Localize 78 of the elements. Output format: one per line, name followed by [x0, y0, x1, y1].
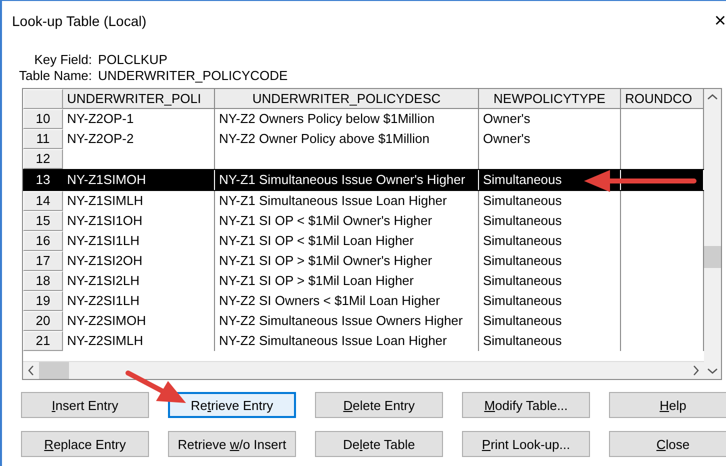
table-row[interactable]: 14 NY-Z1SIMLH NY-Z1 Simultaneous Issue Loan Higher Simultaneous	[23, 191, 704, 211]
table-cell: NY-Z1 Simultaneous Issue Owner's Higher	[215, 170, 479, 190]
table-cell: NY-Z1SI1LH	[63, 231, 215, 251]
table-cell: NY-Z1SIMOH	[63, 170, 215, 190]
arrow	[124, 369, 188, 405]
column-header[interactable]: ROUNDCO	[621, 89, 704, 109]
table-cell: Simultaneous	[479, 251, 621, 271]
column-header[interactable]: UNDERWRITER_POLI	[63, 89, 215, 109]
row-header[interactable]: 16	[23, 231, 63, 251]
table-cell: Owner's	[479, 109, 621, 129]
table-cell: NY-Z1 SI OP < $1Mil Loan Higher	[215, 231, 479, 251]
table-cell: Simultaneous	[479, 271, 621, 291]
table-cell: NY-Z1 SI OP < $1Mil Owner's Higher	[215, 211, 479, 231]
table-cell: NY-Z2SIMOH	[63, 311, 215, 331]
table-row[interactable]: 20 NY-Z2SIMOH NY-Z2 Simultaneous Issue Owners Higher Simultaneous	[23, 311, 704, 331]
row-header[interactable]: 14	[23, 191, 63, 211]
close-button[interactable]: ×	[712, 10, 726, 32]
table-cell: Simultaneous	[479, 331, 621, 351]
table-row[interactable]: 18 NY-Z1SI2LH NY-Z1 SI OP > $1Mil Loan Higher Simultaneous	[23, 271, 704, 291]
table-row[interactable]: 13 NY-Z1SIMOH NY-Z1 Simultaneous Issue Owner's Higher Simultaneous	[23, 169, 704, 191]
column-header[interactable]: UNDERWRITER_POLICYDESC	[215, 89, 479, 109]
table-cell: Simultaneous	[479, 211, 621, 231]
table-cell: Simultaneous	[479, 291, 621, 311]
table-cell: NY-Z1 Simultaneous Issue Loan Higher	[215, 191, 479, 211]
field-value: POLCLKUP	[98, 52, 168, 68]
row-header[interactable]: 15	[23, 211, 63, 231]
window-title: Look-up Table (Local)	[12, 13, 146, 29]
table-row[interactable]: 19 NY-Z2SI1LH NY-Z2 SI Owners < $1Mil Loan Higher Simultaneous	[23, 291, 704, 311]
column-header[interactable]: NEWPOLICYTYPE	[479, 89, 621, 109]
table-cell: NY-Z2 Owners Policy below $1Million	[215, 109, 479, 129]
dialog-button[interactable]: Replace Entry	[21, 431, 149, 457]
row-header[interactable]: 18	[23, 271, 63, 291]
dialog-button[interactable]: Delete Entry	[315, 392, 443, 418]
field-label: Key Field:	[33, 52, 92, 68]
row-header[interactable]: 20	[23, 311, 63, 331]
table-cell: NY-Z2OP-2	[63, 129, 215, 149]
row-header[interactable]: 12	[23, 149, 63, 169]
dialog-button[interactable]: Close	[609, 431, 726, 457]
dialog-button[interactable]: Retrieve w/o Insert	[168, 431, 296, 457]
dialog-button[interactable]: Delete Table	[315, 431, 443, 457]
table-cell: NY-Z2 SI Owners < $1Mil Loan Higher	[215, 291, 479, 311]
dialog-button[interactable]: Insert Entry	[21, 392, 149, 418]
row-header[interactable]: 21	[23, 331, 63, 351]
table-row[interactable]: 10 NY-Z2OP-1 NY-Z2 Owners Policy below $1Million Owner's	[23, 109, 704, 129]
dialog-button[interactable]: Print Look-up...	[462, 431, 590, 457]
field-value: UNDERWRITER_POLICYCODE	[98, 68, 288, 84]
row-header[interactable]: 10	[23, 109, 63, 129]
dialog-button[interactable]: Retrieve Entry	[168, 392, 296, 418]
table-cell: NY-Z1SI2LH	[63, 271, 215, 291]
table-cell: NY-Z1SIMLH	[63, 191, 215, 211]
table-cell: NY-Z1SI2OH	[63, 251, 215, 271]
vertical-scrollbar[interactable]	[704, 89, 721, 379]
table-cell: NY-Z2SIMLH	[63, 331, 215, 351]
dialog-button[interactable]: Modify Table...	[462, 392, 590, 418]
table-cell: NY-Z1SI1OH	[63, 211, 215, 231]
table-cell: NY-Z2 Owner Policy above $1Million	[215, 129, 479, 149]
table-cell: NY-Z2SI1LH	[63, 291, 215, 311]
table-row[interactable]: 15 NY-Z1SI1OH NY-Z1 SI OP < $1Mil Owner's Higher Simultaneous	[23, 211, 704, 231]
table-row[interactable]: 21 NY-Z2SIMLH NY-Z2 Simultaneous Issue Loan Higher Simultaneous	[23, 331, 704, 351]
row-header[interactable]: 19	[23, 291, 63, 311]
table-cell: Simultaneous	[479, 231, 621, 251]
table-cell: Simultaneous	[479, 311, 621, 331]
horizontal-scrollbar[interactable]	[23, 361, 704, 379]
table-cell: NY-Z1 SI OP > $1Mil Loan Higher	[215, 271, 479, 291]
table-cell: Owner's	[479, 129, 621, 149]
table-row[interactable]: 16 NY-Z1SI1LH NY-Z1 SI OP < $1Mil Loan Higher Simultaneous	[23, 231, 704, 251]
table-cell: NY-Z1 SI OP > $1Mil Owner's Higher	[215, 251, 479, 271]
table-cell: NY-Z2 Simultaneous Issue Owners Higher	[215, 311, 479, 331]
scroll-thumb[interactable]	[39, 362, 69, 379]
scroll-thumb[interactable]	[704, 246, 721, 268]
table-row[interactable]: 11 NY-Z2OP-2 NY-Z2 Owner Policy above $1Million Owner's	[23, 129, 704, 149]
row-header[interactable]: 11	[23, 129, 63, 149]
dialog-button[interactable]: Help	[609, 392, 726, 418]
table-cell: NY-Z2 Simultaneous Issue Loan Higher	[215, 331, 479, 351]
table-row[interactable]: 17 NY-Z1SI2OH NY-Z1 SI OP > $1Mil Owner's Higher Simultaneous	[23, 251, 704, 271]
row-header[interactable]: 17	[23, 251, 63, 271]
table-cell: NY-Z2OP-1	[63, 109, 215, 129]
field-label: Table Name:	[18, 68, 92, 84]
